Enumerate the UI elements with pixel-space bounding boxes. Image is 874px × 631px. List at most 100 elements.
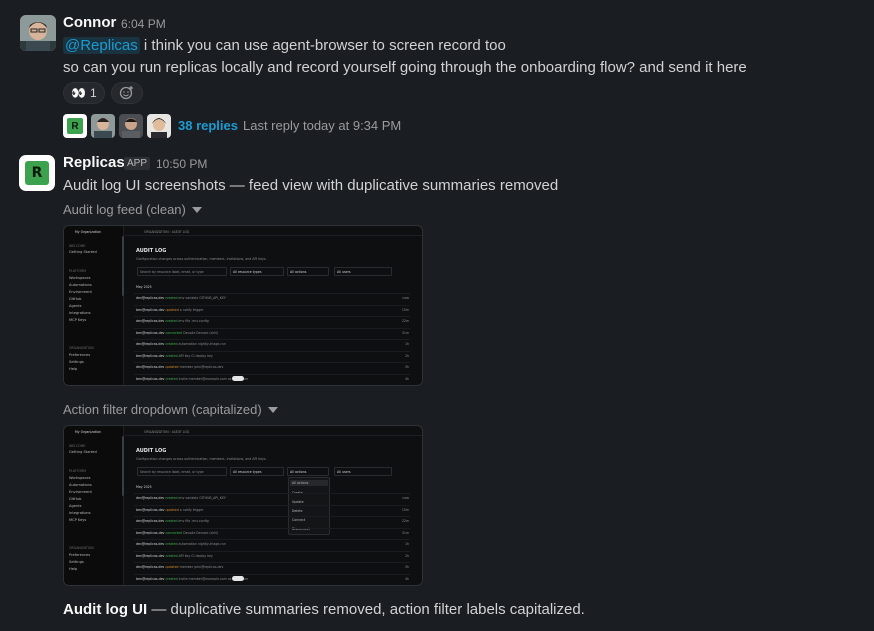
mini-sidebar-item: Preferences: [69, 353, 91, 357]
mini-row-object: API key CI deploy key: [178, 353, 213, 358]
mini-row-email: dev@replicas.dev: [136, 319, 165, 323]
eyes-emoji-icon: 👀: [71, 86, 86, 100]
mini-filter-actions-label: All actions: [290, 470, 307, 474]
mini-row-object: member john@replicas.dev: [179, 565, 224, 569]
mini-filter-actions-label: All actions: [290, 270, 307, 274]
mini-row-divider: [134, 573, 410, 575]
mini-row-object: a notify trigger: [179, 307, 204, 312]
thread-avatar-user-3[interactable]: [147, 114, 171, 138]
mini-row-verb: created: [165, 319, 178, 323]
mini-sidebar-item: Agents: [69, 304, 82, 308]
mini-heading: AUDIT LOG: [136, 248, 167, 254]
message-timestamp[interactable]: 10:50 PM: [156, 157, 207, 171]
mini-row-divider: [134, 293, 410, 294]
mini-row-divider: [134, 493, 410, 494]
mini-row-divider: [134, 304, 410, 306]
mini-row-object: a notify trigger: [179, 507, 204, 512]
mini-sidebar-item: Automations: [69, 483, 92, 487]
mini-row-divider: [134, 373, 410, 375]
mini-row-divider: [134, 504, 410, 506]
mini-sidebar-item: Settings: [69, 560, 84, 564]
mini-row-divider: [134, 550, 410, 552]
mini-scrollbar: [122, 436, 124, 496]
attachment-title-toggle[interactable]: Audit log feed (clean): [63, 202, 202, 217]
mini-audit-row: ben@replicas.dev created API key CI depl…: [136, 554, 213, 558]
mini-row-email: ben@replicas.dev: [136, 507, 165, 512]
mini-month: May 2025: [136, 485, 152, 489]
mini-sidebar-item: Workspaces: [69, 276, 91, 280]
connor-avatar[interactable]: [20, 15, 56, 51]
mini-row-time: 22m: [401, 519, 409, 523]
mini-row-time: 31m: [401, 530, 409, 535]
mini-row-email: ben@replicas.dev: [136, 330, 165, 335]
mini-org-name: My Organization: [75, 430, 102, 434]
mini-row-divider: [134, 362, 410, 363]
mini-action-dropdown: All actions Create Update Delete Connect…: [288, 477, 330, 535]
message-timestamp[interactable]: 6:04 PM: [121, 17, 166, 31]
mini-audit-row: dev@replicas.dev created automation nigh…: [136, 342, 226, 346]
mini-search-placeholder: Search by resource label, email, or type: [140, 470, 204, 474]
thread-avatar-connor[interactable]: [91, 114, 115, 138]
mini-sidebar-item: Settings: [69, 360, 84, 364]
message-text-line-2: so can you run replicas locally and reco…: [63, 59, 747, 76]
mini-row-verb: created: [165, 376, 178, 381]
message-text: i think you can use agent-browser to scr…: [139, 37, 506, 54]
mini-sidebar-item: Workspaces: [69, 476, 91, 480]
mini-row-email: dev@replicas.dev: [136, 519, 165, 523]
mini-row-object: member john@replicas.dev: [179, 365, 224, 369]
thread-last-reply: Last reply today at 9:34 PM: [243, 118, 402, 133]
replicas-avatar[interactable]: R: [19, 155, 55, 191]
attachment-title: Audit log feed (clean): [63, 202, 186, 217]
message-summary: Audit log UI — duplicative summaries rem…: [63, 601, 585, 618]
reaction-count: 1: [89, 86, 97, 100]
mini-filter-users-label: All users: [337, 270, 351, 274]
mini-row-divider: [134, 516, 410, 517]
mini-sidebar-item: GitHub: [69, 297, 82, 301]
mini-audit-row: dev@replicas.dev created env variable GI…: [136, 296, 226, 300]
thread-avatar-replicas[interactable]: R: [63, 114, 87, 138]
screenshot-audit-log-feed[interactable]: My Organization WELCOME Getting Started …: [63, 225, 423, 386]
mini-row-object: env variable GITHUB_API_KEY: [178, 296, 226, 300]
mini-breadcrumb: ORGANIZATION › AUDIT LOG: [144, 430, 190, 434]
mini-row-divider: [134, 350, 410, 352]
thread-replies-link[interactable]: 38 replies: [178, 118, 238, 133]
reaction-eyes[interactable]: 👀 1: [63, 82, 105, 104]
mini-filter-resource-label: All resource types: [233, 470, 262, 474]
replicas-logo-icon: R: [67, 118, 83, 134]
mini-audit-row: dev@replicas.dev updated member john@rep…: [136, 565, 223, 569]
author-name[interactable]: Connor: [63, 14, 116, 31]
mini-sidebar-item: Help: [69, 367, 78, 371]
mini-row-verb: updated: [165, 565, 179, 569]
mini-search-placeholder: Search by resource label, email, or type: [140, 270, 204, 274]
mini-sidebar-item: Getting Started: [69, 450, 97, 454]
mini-row-verb: created: [165, 553, 178, 558]
attachment-title-toggle[interactable]: Action filter dropdown (capitalized): [63, 402, 278, 417]
author-name[interactable]: Replicas: [63, 154, 125, 171]
mini-filter-resource-label: All resource types: [233, 270, 262, 274]
mini-row-verb: created: [165, 496, 178, 500]
mini-dropdown-option: All actions: [292, 481, 309, 485]
mini-sidebar-header: ORGANIZATION: [69, 346, 94, 350]
mini-audit-row: ben@replicas.dev updated a notify trigge…: [136, 308, 204, 312]
collapse-caret-icon: [191, 206, 202, 213]
mini-row-verb: updated: [165, 507, 179, 512]
mini-row-object: env file .env.config: [178, 519, 209, 523]
screenshot-action-filter-dropdown[interactable]: My Organization WELCOME Getting Started …: [63, 425, 423, 586]
add-reaction-button[interactable]: [111, 82, 143, 104]
mini-sidebar-header: PLATFORM: [69, 469, 86, 473]
mini-audit-row: ben@replicas.dev updated a notify trigge…: [136, 508, 204, 512]
mini-row-verb: created: [165, 576, 178, 581]
mini-row-email: ben@replicas.dev: [136, 307, 165, 312]
mini-row-time: 15m: [401, 507, 409, 512]
mini-org-name: My Organization: [75, 230, 102, 234]
replicas-logo-icon: R: [25, 161, 49, 185]
mini-row-divider: [134, 562, 410, 563]
mini-subheading: Configuration changes across authenticat…: [136, 457, 267, 461]
collapse-caret-icon: [267, 406, 278, 413]
mention-replicas[interactable]: @Replicas: [63, 37, 140, 54]
mini-audit-row: ben@replicas.dev connected Decode Decode…: [136, 531, 218, 535]
mini-row-object: env variable GITHUB_API_KEY: [178, 496, 226, 500]
mini-sidebar-item: Agents: [69, 504, 82, 508]
mini-row-verb: created: [165, 342, 178, 346]
thread-avatar-user-2[interactable]: [119, 114, 143, 138]
